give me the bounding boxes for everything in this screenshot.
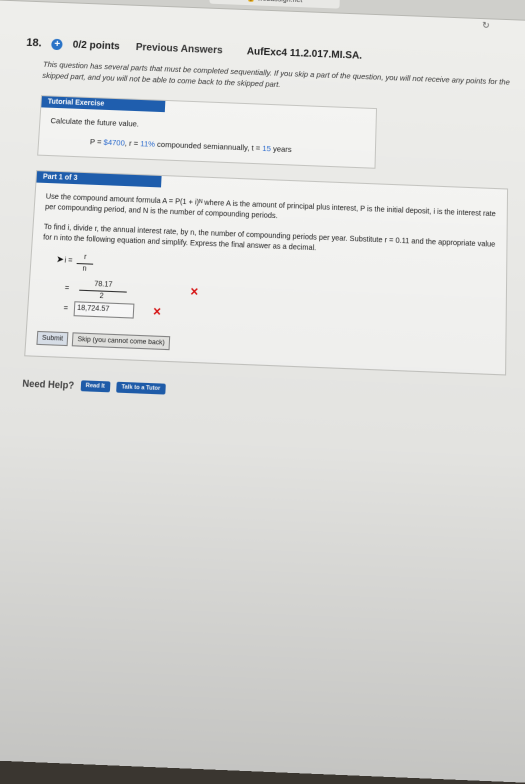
sequential-notice: This question has several parts that mus… [42,59,510,89]
given-label: P = [89,137,104,147]
question-code: AufExc4 11.2.017.MI.SA. [246,45,363,62]
given-label: compounded semiannually, t = [154,139,263,153]
plus-icon[interactable]: + [51,38,64,50]
question-points: 0/2 points [72,39,121,52]
equals-sign: = [64,282,70,293]
answer-input-2[interactable]: 18,724.57 [73,300,135,319]
formula-numerator: r [83,253,87,261]
formula-lhs: i = [64,254,73,265]
read-it-button[interactable]: Read It [80,380,111,393]
need-help-label: Need Help? [22,378,75,392]
tutorial-body: Calculate the future value. P = $4700, r… [38,107,375,167]
equals-sign: = [63,302,69,313]
skip-button[interactable]: Skip (you cannot come back) [71,332,171,351]
formula-fraction: r n [75,252,94,276]
given-principal: $4700 [103,137,126,148]
need-help-row: Need Help? Read It Talk to a Tutor [22,378,506,408]
monitor-screen: 🔒 webassign.net ↻ 18. + 0/2 points Previ… [0,0,525,784]
given-rate: 11% [140,138,156,149]
part-box: Part 1 of 3 Use the compound amount form… [24,170,509,376]
part-body: Use the compound amount formula A = P(1 … [25,183,507,375]
given-time: 15 [262,143,272,154]
given-label: , r = [124,138,141,149]
talk-to-tutor-button[interactable]: Talk to a Tutor [115,381,166,395]
submit-button[interactable]: Submit [36,330,69,347]
given-label: years [270,144,292,155]
incorrect-x-icon: ✕ [189,286,199,299]
cursor-icon: ➤ [55,253,65,265]
tutorial-prompt: Calculate the future value. [50,115,140,129]
question-number: 18. [25,36,43,50]
tutorial-box: Tutorial Exercise Calculate the future v… [37,95,378,169]
formula-denominator: n [75,262,94,276]
reload-icon[interactable]: ↻ [482,20,490,31]
address-bar[interactable]: 🔒 webassign.net [209,0,340,9]
incorrect-x-icon: ✕ [152,306,162,319]
previous-answers-link[interactable]: Previous Answers [136,41,223,55]
part-buttons: Submit Skip (you cannot come back) [36,330,495,364]
browser-chrome: 🔒 webassign.net [0,0,525,22]
tutorial-given: P = $4700, r = 11% compounded semiannual… [90,137,365,157]
question-container: 18. + 0/2 points Previous Answers AufExc… [3,36,510,409]
